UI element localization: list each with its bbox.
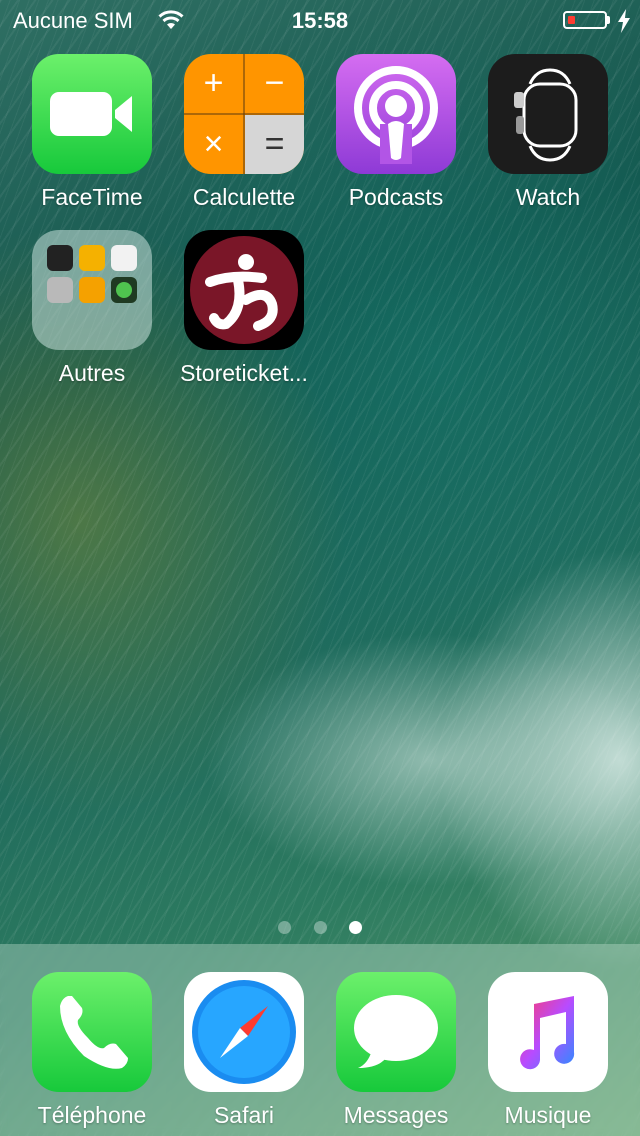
- dock: Téléphone Safari Messages Musique: [0, 944, 640, 1136]
- app-label: Autres: [58, 360, 126, 386]
- app-label: FaceTime: [41, 184, 143, 210]
- find-iphone-icon: [111, 277, 137, 303]
- calculator-icon: + − × =: [184, 54, 304, 174]
- calc-minus: −: [264, 64, 285, 102]
- app-label: Podcasts: [348, 184, 444, 210]
- page-indicator[interactable]: [0, 921, 640, 939]
- app-label: Watch: [515, 184, 581, 210]
- charging-icon: [618, 9, 630, 33]
- storeticket-icon: [184, 230, 304, 350]
- app-phone[interactable]: Téléphone: [16, 972, 168, 1129]
- app-label: Téléphone: [37, 1102, 147, 1128]
- safari-icon: [184, 972, 304, 1092]
- app-label: Musique: [504, 1102, 592, 1128]
- app-music[interactable]: Musique: [472, 972, 624, 1129]
- podcasts-icon: [336, 54, 456, 174]
- folder-icon: [32, 230, 152, 350]
- app-safari[interactable]: Safari: [168, 972, 320, 1129]
- app-label: Messages: [343, 1102, 449, 1128]
- messages-icon: [336, 972, 456, 1092]
- folder-autres[interactable]: Autres: [16, 230, 168, 387]
- battery-nub: [607, 16, 610, 24]
- app-facetime[interactable]: FaceTime: [16, 54, 168, 211]
- app-watch[interactable]: Watch: [472, 54, 624, 211]
- watch-icon: [488, 54, 608, 174]
- music-icon: [488, 972, 608, 1092]
- page-dot[interactable]: [313, 921, 327, 934]
- compass-icon: [47, 245, 73, 271]
- app-label: Safari: [213, 1102, 275, 1128]
- app-messages[interactable]: Messages: [320, 972, 472, 1129]
- phone-icon: [32, 972, 152, 1092]
- app-podcasts[interactable]: Podcasts: [320, 54, 472, 211]
- calc-plus: +: [203, 64, 224, 102]
- facetime-icon: [32, 54, 152, 174]
- page-dot[interactable]: [278, 921, 292, 934]
- clock: 15:58: [291, 8, 349, 33]
- find-friends-icon: [79, 277, 105, 303]
- battery-level: [568, 16, 575, 24]
- app-label: Storeticket...: [180, 360, 308, 386]
- page-dot-current[interactable]: [348, 921, 362, 934]
- app-label: Calculette: [192, 184, 296, 210]
- app-calculator[interactable]: + − × = Calculette: [168, 54, 320, 211]
- tips-icon: [79, 245, 105, 271]
- calc-times: ×: [203, 125, 224, 163]
- status-bar: Aucune SIM 15:58: [0, 0, 640, 40]
- battery-icon: [563, 11, 607, 29]
- app-storeticket[interactable]: Storeticket...: [168, 230, 320, 387]
- contacts-icon: [47, 277, 73, 303]
- voice-memos-icon: [111, 245, 137, 271]
- calc-equals: =: [245, 115, 304, 174]
